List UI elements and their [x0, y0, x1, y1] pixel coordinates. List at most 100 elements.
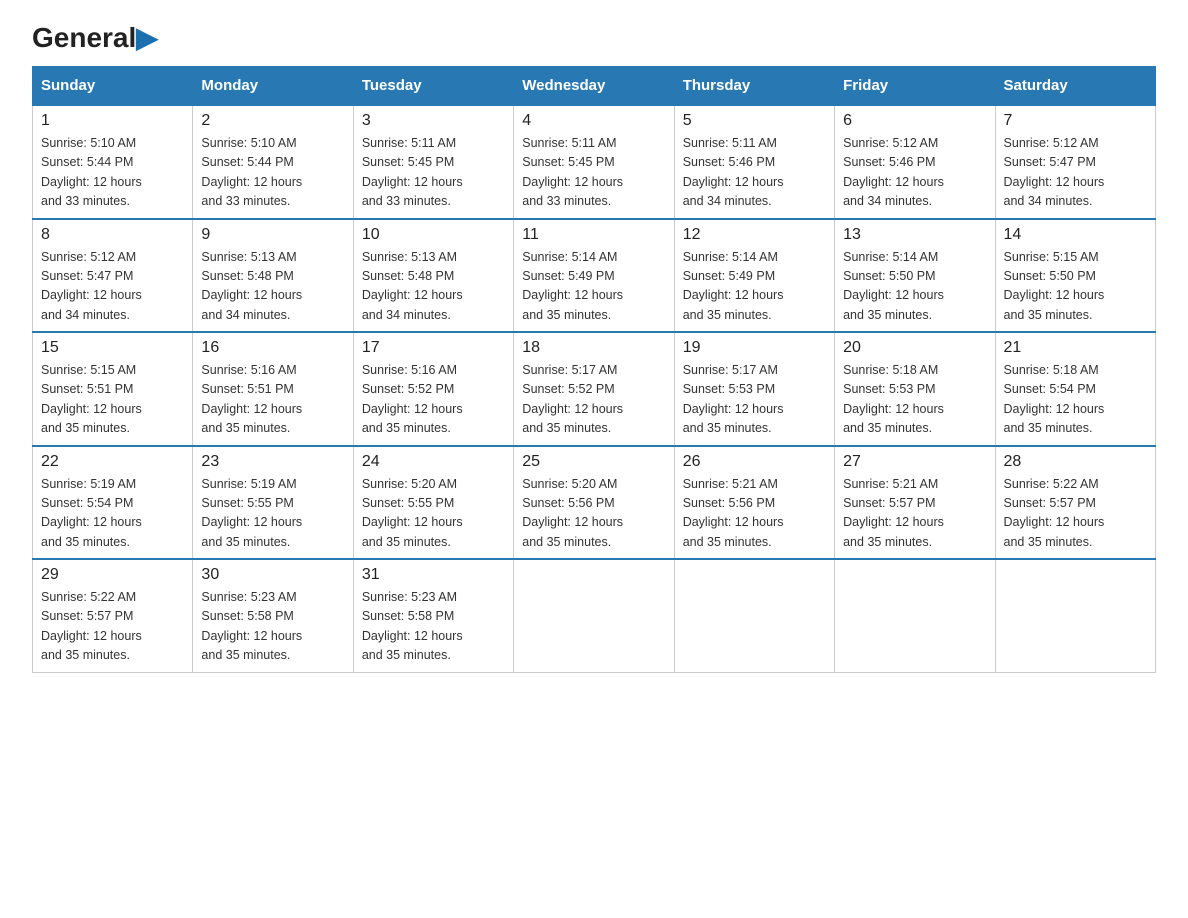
day-number: 24: [362, 453, 505, 471]
day-number: 10: [362, 226, 505, 244]
calendar-week-5: 29Sunrise: 5:22 AMSunset: 5:57 PMDayligh…: [33, 559, 1156, 672]
day-info: Sunrise: 5:13 AMSunset: 5:48 PMDaylight:…: [201, 248, 344, 326]
calendar-cell: 2 Sunrise: 5:10 AMSunset: 5:44 PMDaylight…: [193, 105, 353, 219]
calendar-cell: 8 Sunrise: 5:12 AMSunset: 5:47 PMDaylight…: [33, 219, 193, 333]
day-info: Sunrise: 5:14 AMSunset: 5:49 PMDaylight:…: [683, 248, 826, 326]
calendar-header-wednesday: Wednesday: [514, 67, 674, 106]
day-number: 8: [41, 226, 184, 244]
day-number: 30: [201, 566, 344, 584]
calendar-cell: 7 Sunrise: 5:12 AMSunset: 5:47 PMDaylight…: [995, 105, 1155, 219]
day-number: 31: [362, 566, 505, 584]
day-number: 25: [522, 453, 665, 471]
calendar-week-3: 15 Sunrise: 5:15 AMSunset: 5:51 PMDayligh…: [33, 332, 1156, 446]
calendar-header-thursday: Thursday: [674, 67, 834, 106]
day-info: Sunrise: 5:10 AMSunset: 5:44 PMDaylight:…: [41, 134, 184, 212]
calendar-cell: 5 Sunrise: 5:11 AMSunset: 5:46 PMDaylight…: [674, 105, 834, 219]
day-number: 7: [1004, 112, 1147, 130]
day-number: 28: [1004, 453, 1147, 471]
day-info: Sunrise: 5:14 AMSunset: 5:49 PMDaylight:…: [522, 248, 665, 326]
calendar-header-tuesday: Tuesday: [353, 67, 513, 106]
day-info: Sunrise: 5:22 AMSunset: 5:57 PMDaylight:…: [1004, 475, 1147, 553]
calendar-week-4: 22 Sunrise: 5:19 AMSunset: 5:54 PMDayligh…: [33, 446, 1156, 560]
day-info: Sunrise: 5:21 AMSunset: 5:57 PMDaylight:…: [843, 475, 986, 553]
calendar-cell: 4 Sunrise: 5:11 AMSunset: 5:45 PMDaylight…: [514, 105, 674, 219]
calendar-cell: 13Sunrise: 5:14 AMSunset: 5:50 PMDayligh…: [835, 219, 995, 333]
calendar-cell: 16Sunrise: 5:16 AMSunset: 5:51 PMDayligh…: [193, 332, 353, 446]
day-number: 19: [683, 339, 826, 357]
day-number: 2: [201, 112, 344, 130]
day-number: 14: [1004, 226, 1147, 244]
day-number: 12: [683, 226, 826, 244]
calendar-cell: 27 Sunrise: 5:21 AMSunset: 5:57 PMDayligh…: [835, 446, 995, 560]
day-info: Sunrise: 5:19 AMSunset: 5:54 PMDaylight:…: [41, 475, 184, 553]
calendar-cell: 12 Sunrise: 5:14 AMSunset: 5:49 PMDayligh…: [674, 219, 834, 333]
day-number: 17: [362, 339, 505, 357]
day-number: 6: [843, 112, 986, 130]
calendar-cell: 29Sunrise: 5:22 AMSunset: 5:57 PMDayligh…: [33, 559, 193, 672]
day-info: Sunrise: 5:11 AMSunset: 5:45 PMDaylight:…: [362, 134, 505, 212]
calendar-cell: 9 Sunrise: 5:13 AMSunset: 5:48 PMDaylight…: [193, 219, 353, 333]
calendar-header-row: SundayMondayTuesdayWednesdayThursdayFrid…: [33, 67, 1156, 106]
calendar-cell: [835, 559, 995, 672]
day-number: 20: [843, 339, 986, 357]
calendar-cell: 18 Sunrise: 5:17 AMSunset: 5:52 PMDayligh…: [514, 332, 674, 446]
calendar-cell: 15 Sunrise: 5:15 AMSunset: 5:51 PMDayligh…: [33, 332, 193, 446]
calendar-cell: 20Sunrise: 5:18 AMSunset: 5:53 PMDayligh…: [835, 332, 995, 446]
day-number: 13: [843, 226, 986, 244]
day-info: Sunrise: 5:11 AMSunset: 5:45 PMDaylight:…: [522, 134, 665, 212]
day-number: 5: [683, 112, 826, 130]
calendar-cell: 17Sunrise: 5:16 AMSunset: 5:52 PMDayligh…: [353, 332, 513, 446]
calendar-cell: 11Sunrise: 5:14 AMSunset: 5:49 PMDayligh…: [514, 219, 674, 333]
calendar-cell: 22 Sunrise: 5:19 AMSunset: 5:54 PMDayligh…: [33, 446, 193, 560]
day-info: Sunrise: 5:15 AMSunset: 5:51 PMDaylight:…: [41, 361, 184, 439]
day-info: Sunrise: 5:10 AMSunset: 5:44 PMDaylight:…: [201, 134, 344, 212]
day-info: Sunrise: 5:11 AMSunset: 5:46 PMDaylight:…: [683, 134, 826, 212]
day-number: 4: [522, 112, 665, 130]
calendar-cell: 24 Sunrise: 5:20 AMSunset: 5:55 PMDayligh…: [353, 446, 513, 560]
day-number: 3: [362, 112, 505, 130]
day-info: Sunrise: 5:13 AMSunset: 5:48 PMDaylight:…: [362, 248, 505, 326]
calendar-cell: 1 Sunrise: 5:10 AMSunset: 5:44 PMDaylight…: [33, 105, 193, 219]
page-header: General▶: [32, 24, 1156, 48]
calendar-cell: 26Sunrise: 5:21 AMSunset: 5:56 PMDayligh…: [674, 446, 834, 560]
day-number: 27: [843, 453, 986, 471]
day-info: Sunrise: 5:23 AMSunset: 5:58 PMDaylight:…: [201, 588, 344, 666]
day-info: Sunrise: 5:19 AMSunset: 5:55 PMDaylight:…: [201, 475, 344, 553]
calendar-cell: 23 Sunrise: 5:19 AMSunset: 5:55 PMDayligh…: [193, 446, 353, 560]
logo: General▶: [32, 24, 158, 48]
day-info: Sunrise: 5:17 AMSunset: 5:52 PMDaylight:…: [522, 361, 665, 439]
calendar-header-friday: Friday: [835, 67, 995, 106]
calendar-header-monday: Monday: [193, 67, 353, 106]
day-number: 23: [201, 453, 344, 471]
day-number: 9: [201, 226, 344, 244]
calendar-header-sunday: Sunday: [33, 67, 193, 106]
day-number: 21: [1004, 339, 1147, 357]
day-number: 29: [41, 566, 184, 584]
calendar-cell: 6 Sunrise: 5:12 AMSunset: 5:46 PMDaylight…: [835, 105, 995, 219]
day-info: Sunrise: 5:23 AMSunset: 5:58 PMDaylight:…: [362, 588, 505, 666]
calendar-cell: 28 Sunrise: 5:22 AMSunset: 5:57 PMDayligh…: [995, 446, 1155, 560]
calendar-cell: 31 Sunrise: 5:23 AMSunset: 5:58 PMDayligh…: [353, 559, 513, 672]
calendar-week-1: 1 Sunrise: 5:10 AMSunset: 5:44 PMDaylight…: [33, 105, 1156, 219]
calendar-cell: 10 Sunrise: 5:13 AMSunset: 5:48 PMDayligh…: [353, 219, 513, 333]
day-info: Sunrise: 5:12 AMSunset: 5:47 PMDaylight:…: [41, 248, 184, 326]
calendar-cell: [514, 559, 674, 672]
day-info: Sunrise: 5:12 AMSunset: 5:46 PMDaylight:…: [843, 134, 986, 212]
calendar-cell: [995, 559, 1155, 672]
logo-general-text: General▶: [32, 24, 158, 52]
day-info: Sunrise: 5:20 AMSunset: 5:56 PMDaylight:…: [522, 475, 665, 553]
calendar-cell: 19 Sunrise: 5:17 AMSunset: 5:53 PMDayligh…: [674, 332, 834, 446]
calendar-cell: [674, 559, 834, 672]
day-number: 18: [522, 339, 665, 357]
calendar-cell: 3 Sunrise: 5:11 AMSunset: 5:45 PMDaylight…: [353, 105, 513, 219]
day-info: Sunrise: 5:16 AMSunset: 5:51 PMDaylight:…: [201, 361, 344, 439]
day-info: Sunrise: 5:17 AMSunset: 5:53 PMDaylight:…: [683, 361, 826, 439]
day-info: Sunrise: 5:12 AMSunset: 5:47 PMDaylight:…: [1004, 134, 1147, 212]
day-number: 22: [41, 453, 184, 471]
day-info: Sunrise: 5:15 AMSunset: 5:50 PMDaylight:…: [1004, 248, 1147, 326]
calendar-cell: 21Sunrise: 5:18 AMSunset: 5:54 PMDayligh…: [995, 332, 1155, 446]
calendar-header-saturday: Saturday: [995, 67, 1155, 106]
day-info: Sunrise: 5:20 AMSunset: 5:55 PMDaylight:…: [362, 475, 505, 553]
day-number: 1: [41, 112, 184, 130]
day-number: 15: [41, 339, 184, 357]
